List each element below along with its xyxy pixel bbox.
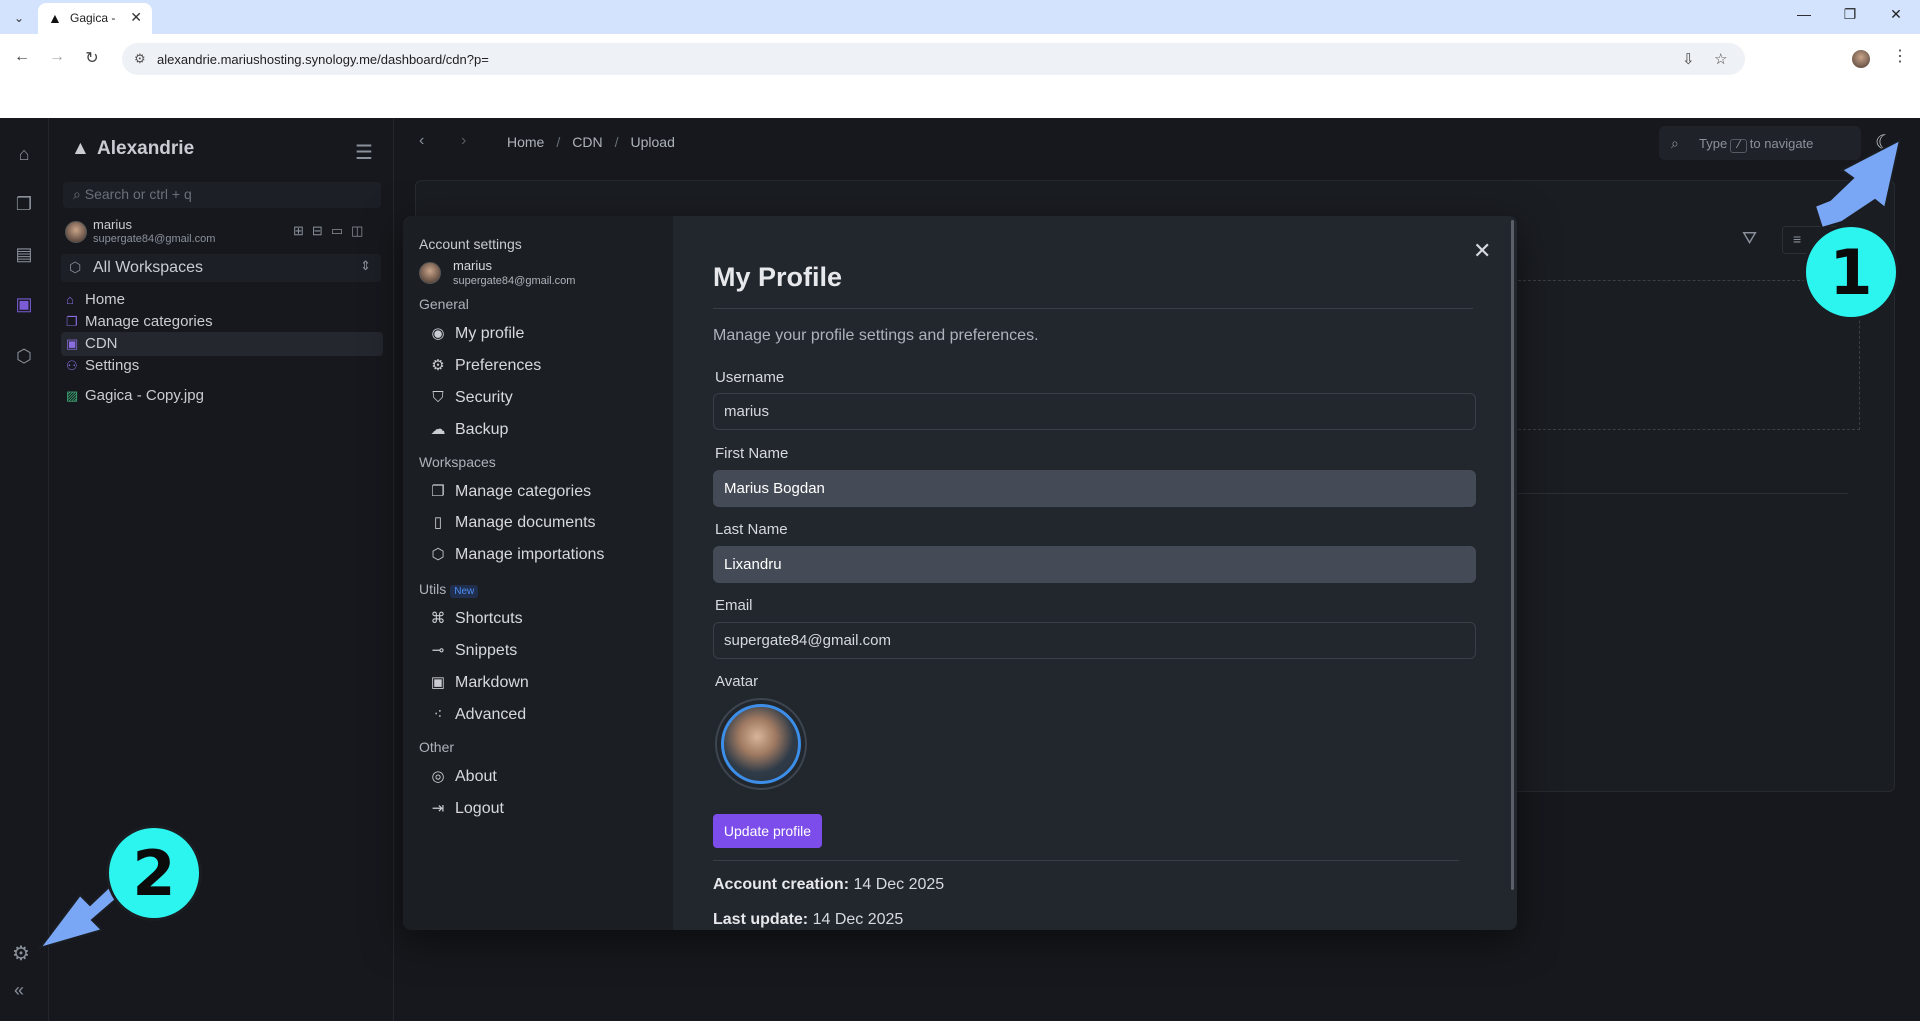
annotation-badge-2: 2: [106, 825, 202, 921]
annotation-arrows: [37, 138, 1902, 950]
annotation-badge-1: 1: [1803, 224, 1899, 320]
arrow-1: [1813, 138, 1902, 230]
